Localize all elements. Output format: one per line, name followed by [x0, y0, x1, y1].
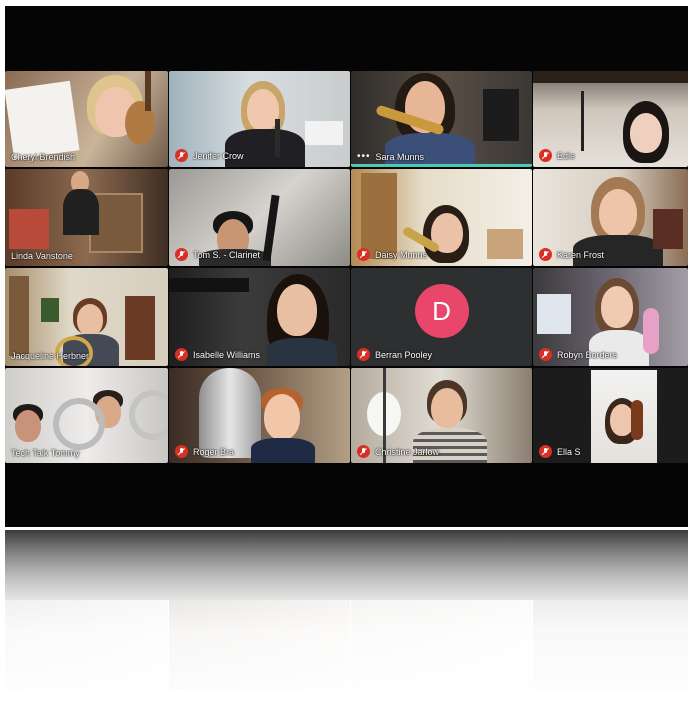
participant-label: Berran Pooley	[357, 348, 432, 361]
participant-tile[interactable]: D Berran Pooley	[351, 268, 532, 366]
ukulele	[643, 308, 659, 354]
participant-tile[interactable]: Christine Jarlow	[351, 368, 532, 463]
sheet-music	[5, 80, 80, 160]
participant-label: Tom S. - Clarinet	[175, 248, 260, 261]
mic-muted-icon	[357, 445, 370, 458]
participant-grid: Cheryl Brendish Jenifer Crow ••• Sara Mu…	[5, 71, 688, 463]
participant-name: Roger Bra	[193, 446, 235, 457]
mic-muted-icon	[539, 348, 552, 361]
participant-tile[interactable]: Karen Frost	[533, 169, 688, 266]
speaking-indicator: •••	[357, 151, 371, 162]
participant-name: Isabelle Williams	[193, 349, 261, 360]
mic-muted-icon	[357, 248, 370, 261]
video-call-window: Cheryl Brendish Jenifer Crow ••• Sara Mu…	[5, 6, 688, 527]
mic-muted-icon	[539, 248, 552, 261]
participant-label: Ella S	[539, 445, 581, 458]
participant-name: Jacqueline Herbner	[11, 351, 90, 361]
participant-label: Cheryl Brendish	[11, 152, 75, 162]
participant-name: Berran Pooley	[375, 349, 433, 360]
participant-tile[interactable]: Cheryl Brendish	[5, 71, 168, 167]
participant-name: Robyn Borders	[557, 349, 618, 360]
participant-tile[interactable]: Edie	[533, 71, 688, 167]
mic-muted-icon	[175, 445, 188, 458]
participant-tile[interactable]: Tech Talk Tommy	[5, 368, 168, 463]
participant-name: Tom S. - Clarinet	[193, 249, 261, 260]
participant-label: Karen Frost	[539, 248, 604, 261]
participant-tile[interactable]: Isabelle Williams	[169, 268, 350, 366]
mic-muted-icon	[539, 149, 552, 162]
participant-label: Daisy Munns	[357, 248, 427, 261]
mic-muted-icon	[175, 348, 188, 361]
participant-name: Jenifer Crow	[193, 150, 244, 161]
clarinet	[262, 194, 280, 262]
participant-label: Tech Talk Tommy	[11, 448, 80, 458]
participant-name: Cheryl Brendish	[11, 152, 76, 162]
mic-muted-icon	[175, 149, 188, 162]
participant-name: Daisy Munns	[375, 249, 428, 260]
participant-tile[interactable]: Daisy Munns	[351, 169, 532, 266]
participant-tile[interactable]: Jenifer Crow	[169, 71, 350, 167]
reflection-fade	[5, 530, 688, 715]
participant-label: Isabelle Williams	[175, 348, 260, 361]
participant-name: Edie	[557, 150, 576, 161]
participant-tile[interactable]: Roger Bra	[169, 368, 350, 463]
participant-label: Jacqueline Herbner	[11, 351, 89, 361]
participant-label: Jenifer Crow	[175, 149, 244, 162]
participant-tile[interactable]: Ella S	[533, 368, 688, 463]
participant-name: Sara Munns	[375, 152, 425, 162]
participant-name: Tech Talk Tommy	[11, 448, 80, 458]
participant-name: Linda Vanstone	[11, 251, 73, 261]
mic-muted-icon	[175, 248, 188, 261]
participant-tile[interactable]: Robyn Borders	[533, 268, 688, 366]
screen-reflection	[5, 530, 688, 715]
participant-tile[interactable]: ••• Sara Munns	[351, 71, 532, 167]
participant-label: Christine Jarlow	[357, 445, 439, 458]
participant-tile[interactable]: Linda Vanstone	[5, 169, 168, 266]
participant-name: Karen Frost	[557, 249, 605, 260]
participant-label: Linda Vanstone	[11, 251, 73, 261]
participant-label: Roger Bra	[175, 445, 234, 458]
participant-name: Ella S	[557, 446, 581, 457]
participant-name: Christine Jarlow	[375, 446, 440, 457]
mic-muted-icon	[539, 445, 552, 458]
participant-tile[interactable]: Tom S. - Clarinet	[169, 169, 350, 266]
participant-label: ••• Sara Munns	[357, 151, 425, 163]
mic-muted-icon	[357, 348, 370, 361]
participant-avatar: D	[414, 284, 469, 339]
participant-label: Edie	[539, 149, 575, 162]
avatar-initial: D	[432, 295, 451, 326]
participant-tile[interactable]: Jacqueline Herbner	[5, 268, 168, 366]
participant-label: Robyn Borders	[539, 348, 617, 361]
